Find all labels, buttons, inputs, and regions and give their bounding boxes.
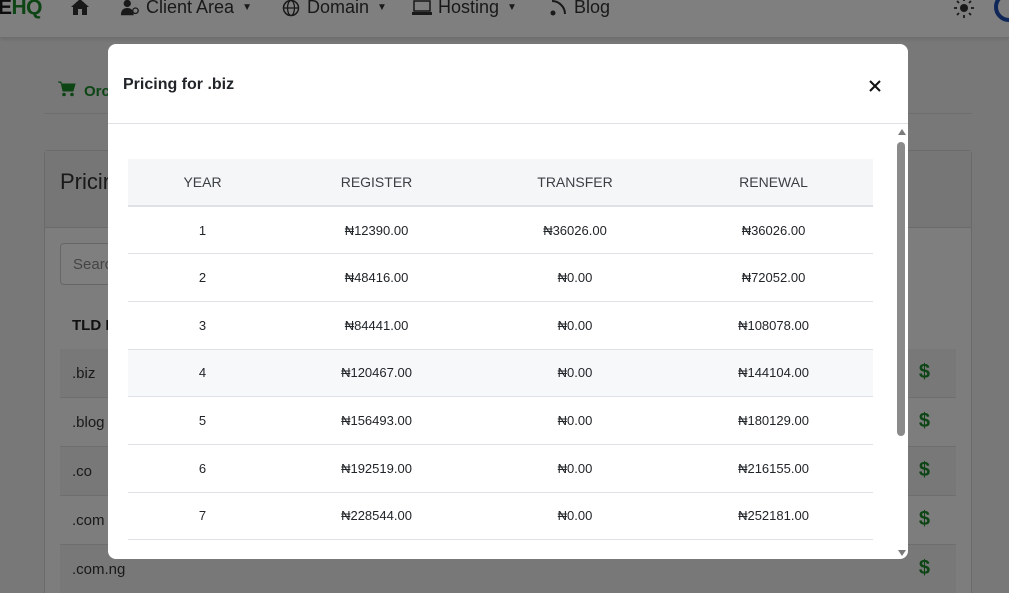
cell-renewal: ₦180129.00: [674, 396, 873, 445]
table-row: 5 ₦156493.00 ₦0.00 ₦180129.00: [128, 396, 873, 445]
table-row: 4 ₦120467.00 ₦0.00 ₦144104.00: [128, 349, 873, 398]
cell-register: ₦48416.00: [277, 253, 476, 302]
table-row: 6 ₦192519.00 ₦0.00 ₦216155.00: [128, 444, 873, 493]
header-register: REGISTER: [277, 159, 476, 207]
cell-renewal: ₦216155.00: [674, 444, 873, 493]
header-year: YEAR: [128, 159, 277, 207]
cell-transfer: ₦0.00: [476, 253, 674, 302]
cell-year: 5: [128, 396, 277, 445]
cell-register: ₦264570.00: [277, 539, 476, 559]
cell-transfer: ₦0.00: [476, 539, 674, 559]
cell-renewal: ₦72052.00: [674, 253, 873, 302]
modal-body: YEAR REGISTER TRANSFER RENEWAL 1 ₦12390.0…: [108, 125, 908, 559]
scrollbar-thumb[interactable]: [897, 142, 905, 436]
table-row: 1 ₦12390.00 ₦36026.00 ₦36026.00: [128, 206, 873, 255]
cell-year: 7: [128, 492, 277, 541]
modal-header: Pricing for .biz: [108, 44, 908, 124]
cell-transfer: ₦0.00: [476, 396, 674, 445]
header-renewal: RENEWAL: [674, 159, 873, 207]
cell-renewal: ₦288207.00: [674, 539, 873, 559]
cell-year: 3: [128, 301, 277, 350]
cell-register: ₦12390.00: [277, 206, 476, 255]
table-header-row: YEAR REGISTER TRANSFER RENEWAL: [128, 159, 873, 207]
cell-renewal: ₦252181.00: [674, 492, 873, 541]
close-button[interactable]: [865, 76, 885, 96]
cell-year: 2: [128, 253, 277, 302]
modal-title: Pricing for .biz: [123, 76, 235, 93]
header-transfer: TRANSFER: [476, 159, 674, 207]
cell-register: ₦84441.00: [277, 301, 476, 350]
pricing-table: YEAR REGISTER TRANSFER RENEWAL 1 ₦12390.0…: [128, 159, 873, 559]
table-row: 7 ₦228544.00 ₦0.00 ₦252181.00: [128, 492, 873, 541]
cell-year: 8: [128, 539, 277, 559]
cell-transfer: ₦0.00: [476, 492, 674, 541]
cell-register: ₦228544.00: [277, 492, 476, 541]
cell-renewal: ₦108078.00: [674, 301, 873, 350]
table-row: 8₦264570.00₦0.00₦288207.00: [128, 539, 873, 559]
table-row: 3 ₦84441.00 ₦0.00 ₦108078.00: [128, 301, 873, 350]
modal-scrollbar[interactable]: [895, 125, 908, 559]
table-row: 2 ₦48416.00 ₦0.00 ₦72052.00: [128, 253, 873, 302]
cell-transfer: ₦36026.00: [476, 206, 674, 255]
cell-renewal: ₦36026.00: [674, 206, 873, 255]
scroll-down-arrow-icon[interactable]: [898, 550, 906, 556]
cell-year: 1: [128, 206, 277, 255]
cell-renewal: ₦144104.00: [674, 349, 873, 398]
cell-register: ₦120467.00: [277, 349, 476, 398]
scroll-up-arrow-icon[interactable]: [898, 129, 906, 135]
pricing-modal: Pricing for .biz YEAR REGISTER TRANSFER …: [108, 44, 908, 559]
cell-transfer: ₦0.00: [476, 444, 674, 493]
cell-transfer: ₦0.00: [476, 349, 674, 398]
cell-register: ₦192519.00: [277, 444, 476, 493]
cell-register: ₦156493.00: [277, 396, 476, 445]
cell-transfer: ₦0.00: [476, 301, 674, 350]
cell-year: 4: [128, 349, 277, 398]
close-icon: [869, 80, 881, 92]
cell-year: 6: [128, 444, 277, 493]
